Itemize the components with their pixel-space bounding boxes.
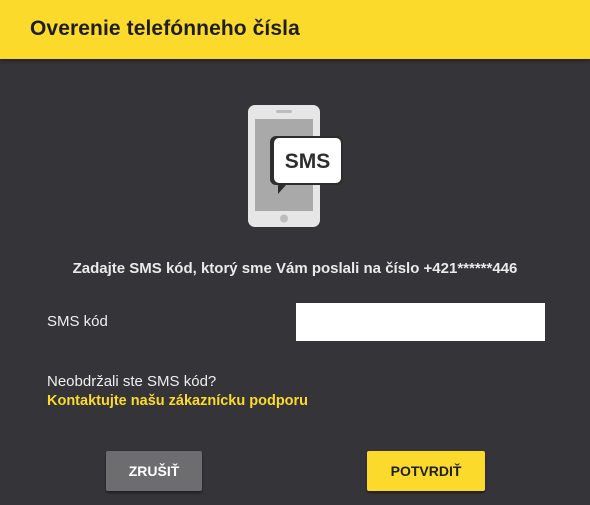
sms-instruction: Zadajte SMS kód, ktorý sme Vám poslali n… bbox=[72, 260, 518, 277]
dialog-header: Overenie telefónneho čísla bbox=[0, 0, 590, 59]
contact-support-link[interactable]: Kontaktujte našu zákaznícku podporu bbox=[47, 393, 308, 409]
phone-sms-svg: SMS bbox=[248, 105, 343, 227]
cancel-button[interactable]: ZRUŠIŤ bbox=[106, 451, 202, 491]
phone-sms-icon: SMS bbox=[248, 105, 348, 230]
sms-code-label: SMS kód bbox=[47, 313, 108, 330]
dialog-title: Overenie telefónneho čísla bbox=[30, 17, 300, 40]
no-code-question: Neobdržali ste SMS kód? bbox=[47, 373, 217, 390]
confirm-button[interactable]: POTVRDIŤ bbox=[367, 451, 485, 491]
sms-bubble-text: SMS bbox=[285, 150, 331, 173]
sms-code-input[interactable] bbox=[296, 303, 545, 341]
